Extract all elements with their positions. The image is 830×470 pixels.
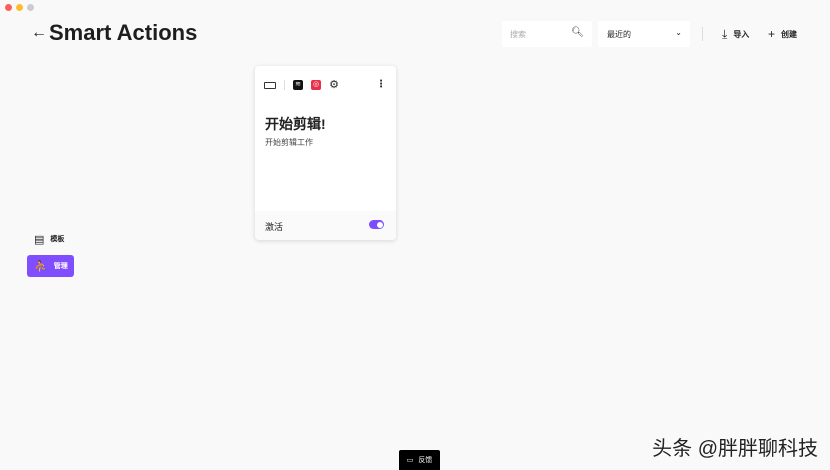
sidebar-item-manage[interactable]: ⛹ 管理 [27, 255, 74, 277]
sidebar-item-label: 模板 [50, 236, 65, 243]
feedback-button[interactable]: ▭ 反馈 [399, 450, 440, 470]
import-button[interactable]: ⤓ 导入 [722, 27, 749, 42]
smart-action-card[interactable]: ≋ ◎ ⚙ ⋮ 开始剪辑! 开始剪辑工作 激活 [255, 66, 396, 240]
gear-icon[interactable]: ⚙ [329, 80, 339, 91]
card-title: 开始剪辑! [265, 116, 326, 132]
chevron-down-icon: ⌄ [675, 28, 682, 37]
import-label: 导入 [733, 30, 750, 39]
feedback-label: 反馈 [418, 457, 433, 464]
sort-dropdown[interactable]: 最近的 ⌄ [598, 21, 690, 47]
maximize-window-button[interactable] [27, 4, 34, 11]
more-options-icon[interactable]: ⋮ [376, 79, 386, 90]
sidebar-item-templates[interactable]: ▤ 模板 [27, 228, 74, 250]
create-button[interactable]: + 创建 [768, 27, 797, 41]
keyboard-icon [264, 81, 276, 89]
sidebar-item-label: 管理 [53, 263, 68, 270]
template-icon: ▤ [34, 233, 45, 246]
create-label: 创建 [781, 29, 798, 39]
capcut-app-icon: ≋ [293, 80, 303, 90]
download-icon: ⤓ [722, 27, 728, 41]
feedback-icon: ▭ [406, 457, 414, 464]
close-window-button[interactable] [5, 4, 12, 11]
red-app-icon: ◎ [311, 80, 321, 90]
search-placeholder: 搜索 [510, 30, 526, 39]
plus-icon: + [768, 27, 776, 41]
back-arrow-icon[interactable]: ← [31, 24, 47, 42]
card-description: 开始剪辑工作 [265, 138, 313, 147]
minimize-window-button[interactable] [16, 4, 23, 11]
card-footer: 激活 [255, 211, 396, 240]
sort-value: 最近的 [607, 30, 631, 39]
manage-icon: ⛹ [34, 260, 48, 273]
activate-toggle[interactable] [369, 220, 384, 229]
page-title: Smart Actions [49, 20, 198, 45]
window-titlebar [0, 0, 830, 14]
search-input[interactable]: 搜索 🔍︎ [502, 21, 592, 47]
toolbar-divider [702, 27, 703, 41]
watermark: 头条 @胖胖聊科技 [652, 438, 818, 460]
search-icon: 🔍︎ [571, 27, 584, 38]
activate-label: 激活 [265, 222, 284, 232]
icon-divider [284, 80, 285, 90]
